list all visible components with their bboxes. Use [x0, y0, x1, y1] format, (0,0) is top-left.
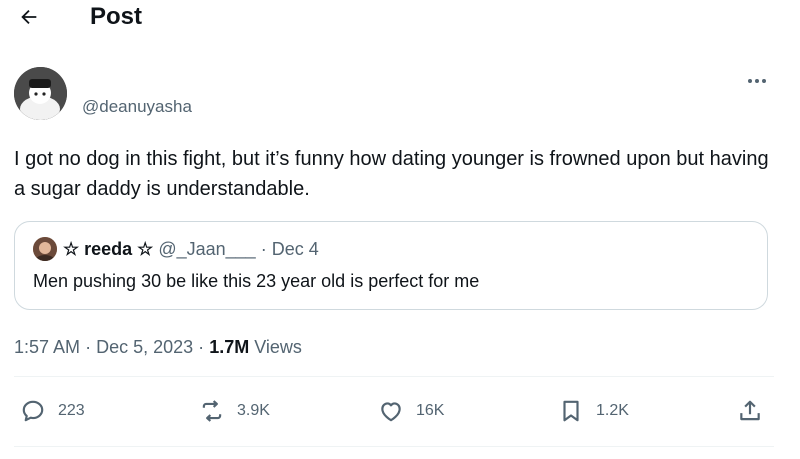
- quoted-post[interactable]: ☆ reeda ☆ @_Jaan___ · Dec 4 Men pushing …: [14, 221, 768, 310]
- reply-button[interactable]: 223: [20, 398, 85, 424]
- back-arrow-icon: [21, 9, 37, 25]
- views-count: 1.7M: [209, 337, 250, 357]
- repost-button[interactable]: 3.9K: [199, 398, 270, 424]
- reply-icon: [22, 400, 44, 422]
- author-handle[interactable]: @deanuyasha: [82, 96, 192, 118]
- divider: [14, 446, 774, 447]
- meta-separator: ·: [85, 337, 92, 357]
- avatar[interactable]: [14, 67, 67, 120]
- quote-header: ☆ reeda ☆ @_Jaan___ · Dec 4: [63, 237, 319, 261]
- share-button[interactable]: [737, 398, 763, 424]
- quote-author-name: ☆ reeda ☆: [63, 239, 154, 259]
- divider: [14, 376, 774, 377]
- bookmark-icon: [563, 400, 579, 422]
- quote-text: Men pushing 30 be like this 23 year old …: [33, 271, 480, 291]
- repost-icon: [202, 400, 222, 422]
- back-button[interactable]: [12, 2, 46, 32]
- repost-count: 3.9K: [237, 402, 270, 419]
- meta-separator: ·: [198, 337, 205, 357]
- views-label: Views: [254, 337, 302, 357]
- bookmark-button[interactable]: 1.2K: [558, 398, 629, 424]
- quote-author-handle: @_Jaan___: [158, 239, 256, 259]
- reply-count: 223: [58, 402, 85, 419]
- post-text: I got no dog in this fight, but it’s fun…: [14, 148, 769, 200]
- share-icon: [740, 400, 760, 421]
- bookmark-count: 1.2K: [596, 402, 629, 419]
- quote-avatar: [33, 237, 57, 261]
- like-button[interactable]: 16K: [378, 398, 444, 424]
- post-date[interactable]: Dec 5, 2023: [96, 337, 193, 357]
- like-icon: [381, 402, 401, 422]
- more-icon: [748, 79, 766, 83]
- quote-separator: ·: [260, 239, 267, 259]
- quote-date: Dec 4: [271, 239, 319, 259]
- post-time[interactable]: 1:57 AM: [14, 337, 80, 357]
- page-title: Post: [90, 3, 143, 30]
- like-count: 16K: [416, 402, 445, 419]
- post-meta: 1:57 AM · Dec 5, 2023 · 1.7M Views: [14, 335, 302, 359]
- more-button[interactable]: [740, 68, 774, 94]
